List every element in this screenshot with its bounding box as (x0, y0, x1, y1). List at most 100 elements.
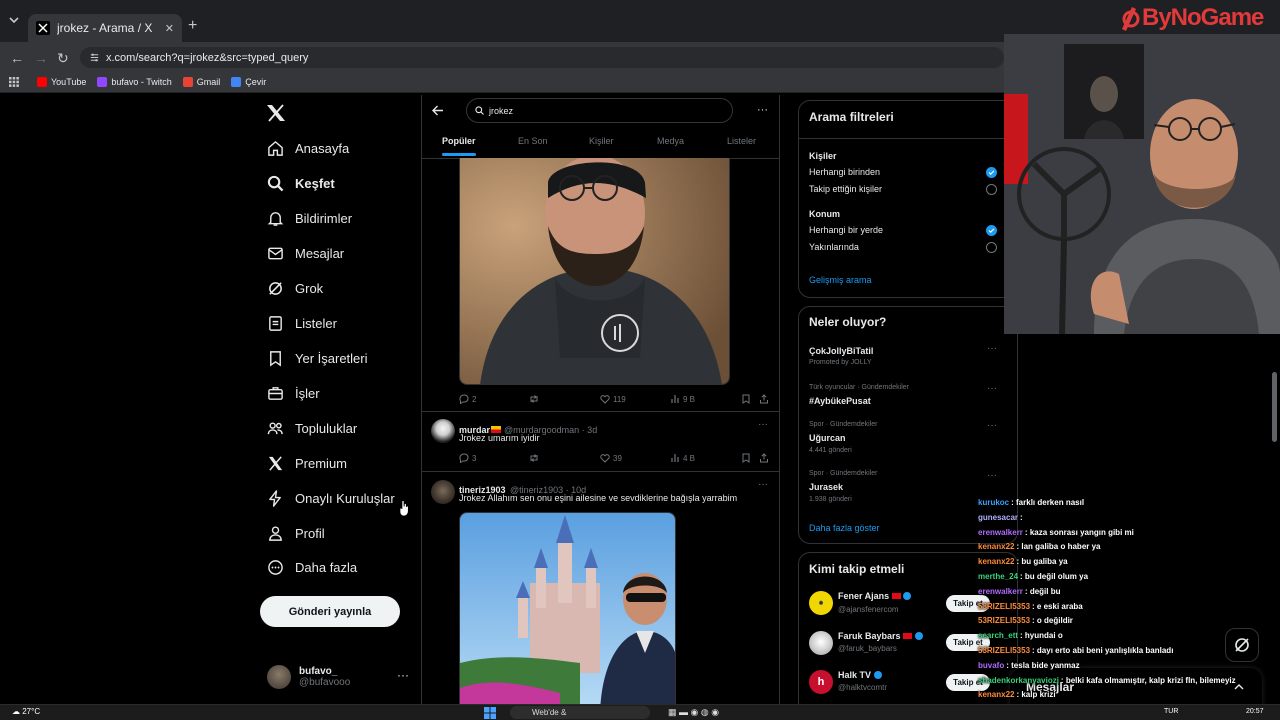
nav-grok[interactable]: Grok (267, 276, 323, 300)
radio-people-you-follow[interactable] (986, 184, 997, 195)
avatar[interactable] (431, 480, 455, 504)
tab-close-icon[interactable]: ✕ (165, 22, 174, 35)
share-button[interactable] (759, 453, 772, 463)
retweet-button[interactable] (529, 453, 542, 463)
tweet-more-icon[interactable]: ··· (758, 479, 768, 490)
trend-name[interactable]: Jurasek (809, 482, 843, 492)
trend-name[interactable]: #AybükePusat (809, 396, 871, 406)
trend-more-icon[interactable]: ··· (987, 470, 997, 481)
search-more-icon[interactable]: ··· (757, 104, 768, 116)
nav-lists[interactable]: Listeler (267, 311, 337, 335)
radio-near-you[interactable] (986, 242, 997, 253)
taskbar-search[interactable]: Web'de & (510, 706, 650, 719)
weather-widget[interactable]: ☁ 27°C (12, 707, 40, 716)
nav-communities[interactable]: Topluluklar (267, 416, 357, 440)
nav-messages[interactable]: Mesajlar (267, 241, 344, 265)
trend-more-icon[interactable]: ··· (987, 420, 997, 431)
x-logo-icon[interactable] (266, 104, 286, 122)
streamer-webcam-image (1004, 34, 1280, 334)
bookmark-button[interactable] (741, 453, 754, 463)
like-button[interactable]: 39 (600, 453, 622, 463)
views-button[interactable]: 4 B (670, 453, 695, 463)
trend-name[interactable]: Uğurcan (809, 433, 846, 443)
nav-jobs[interactable]: İşler (267, 381, 320, 405)
trend-more-icon[interactable]: ··· (987, 343, 997, 354)
reload-button[interactable]: ↻ (57, 50, 69, 67)
show-more-link[interactable]: Daha fazla göster (809, 523, 880, 533)
site-info-icon[interactable] (89, 52, 100, 63)
nav-explore[interactable]: Keşfet (267, 171, 335, 195)
filter-from-anyone[interactable]: Herhangi birinden (809, 167, 880, 177)
lightning-icon (269, 489, 281, 507)
tab-lists[interactable]: Listeler (727, 136, 756, 146)
bookmark-youtube[interactable]: YouTube (37, 77, 86, 87)
trend-more-icon[interactable]: ··· (987, 383, 997, 394)
nav-bookmarks[interactable]: Yer İşaretleri (267, 346, 368, 370)
like-button[interactable]: 119 (600, 394, 626, 404)
nav-verified-orgs[interactable]: Onaylı Kuruluşlar (267, 486, 395, 510)
apps-grid-icon[interactable] (9, 77, 19, 87)
tweet-actions: 2 119 9 B (459, 393, 769, 405)
forward-button[interactable]: → (34, 50, 48, 66)
follow-suggestion-name[interactable]: Fener Ajans (838, 591, 912, 601)
nav-profile[interactable]: Profil (267, 521, 325, 545)
retweet-button[interactable] (529, 394, 542, 404)
clock[interactable]: 20:57 (1246, 708, 1264, 715)
tab-latest[interactable]: En Son (518, 136, 548, 146)
tab-top[interactable]: Popüler (442, 136, 476, 146)
verified-badge-icon (873, 671, 882, 679)
filter-people-you-follow[interactable]: Takip ettiğin kişiler (809, 184, 882, 194)
follow-suggestion-name[interactable]: Halk TV (838, 670, 882, 680)
tab-media[interactable]: Medya (657, 136, 684, 146)
bookmark-translate[interactable]: Çevir (231, 77, 266, 87)
reply-button[interactable]: 2 (459, 394, 476, 404)
filter-anywhere[interactable]: Herhangi bir yerde (809, 225, 883, 235)
chat-username: 53RIZELI5353 (978, 616, 1031, 626)
tab-search-button[interactable] (6, 12, 22, 28)
views-button[interactable]: 9 B (670, 394, 695, 404)
twitch-icon (97, 77, 108, 87)
trend-name[interactable]: ÇokJollyBiTatil (809, 346, 873, 356)
taskbar-apps-icon[interactable]: ▦ ▬ ◉ ◍ ◉ (668, 707, 719, 718)
account-more-icon[interactable]: ··· (397, 668, 409, 682)
tab-people[interactable]: Kişiler (589, 136, 614, 146)
tweet-image[interactable] (459, 512, 676, 712)
language-indicator[interactable]: TUR (1164, 708, 1178, 715)
filter-near-you[interactable]: Yakınlarında (809, 242, 859, 252)
search-input[interactable]: jrokez (466, 98, 733, 123)
browser-tab[interactable]: jrokez - Arama / X ✕ (28, 14, 182, 42)
back-button[interactable]: ← (10, 50, 24, 66)
new-tab-button[interactable]: + (188, 18, 197, 34)
nav-more[interactable]: Daha fazla (267, 555, 357, 579)
follow-suggestion-name[interactable]: Faruk Baybars (838, 631, 923, 641)
bookmark-icon (270, 350, 281, 366)
tweet-more-icon[interactable]: ··· (758, 419, 768, 430)
heart-icon (600, 454, 610, 463)
tweet-image[interactable] (459, 158, 730, 385)
avatar[interactable] (431, 419, 455, 443)
bookmark-twitch[interactable]: bufavo - Twitch (97, 77, 172, 87)
tweet-actions: 3 39 4 B (459, 452, 769, 464)
bookmark-gmail[interactable]: Gmail (182, 77, 220, 87)
reply-button[interactable]: 3 (459, 453, 476, 463)
radio-from-anyone[interactable] (986, 167, 997, 178)
scrollbar-thumb[interactable] (1272, 372, 1277, 442)
avatar[interactable]: h (809, 670, 833, 694)
share-button[interactable] (759, 394, 772, 404)
trend-count: 1.938 gönderi (809, 496, 852, 503)
back-arrow-icon[interactable] (431, 104, 444, 117)
advanced-search-link[interactable]: Gelişmiş arama (809, 275, 872, 285)
nav-premium[interactable]: Premium (267, 451, 347, 475)
account-switcher[interactable]: bufavo_ @bufavooo ··· (267, 662, 415, 692)
radio-anywhere[interactable] (986, 225, 997, 236)
avatar[interactable]: ◉ (809, 591, 833, 615)
bookmark-button[interactable] (741, 394, 754, 404)
url-bar[interactable]: x.com/search?q=jrokez&src=typed_query (80, 47, 1004, 68)
nav-home[interactable]: Anasayfa (267, 136, 349, 160)
chat-username: gunesacar (978, 512, 1019, 522)
post-button[interactable]: Gönderi yayınla (260, 596, 400, 627)
chat-message: kenanx22: lan galiba o haber ya (978, 542, 1101, 551)
avatar[interactable] (809, 631, 833, 655)
nav-notifications[interactable]: Bildirimler (267, 206, 352, 230)
windows-start-icon[interactable] (484, 707, 498, 719)
